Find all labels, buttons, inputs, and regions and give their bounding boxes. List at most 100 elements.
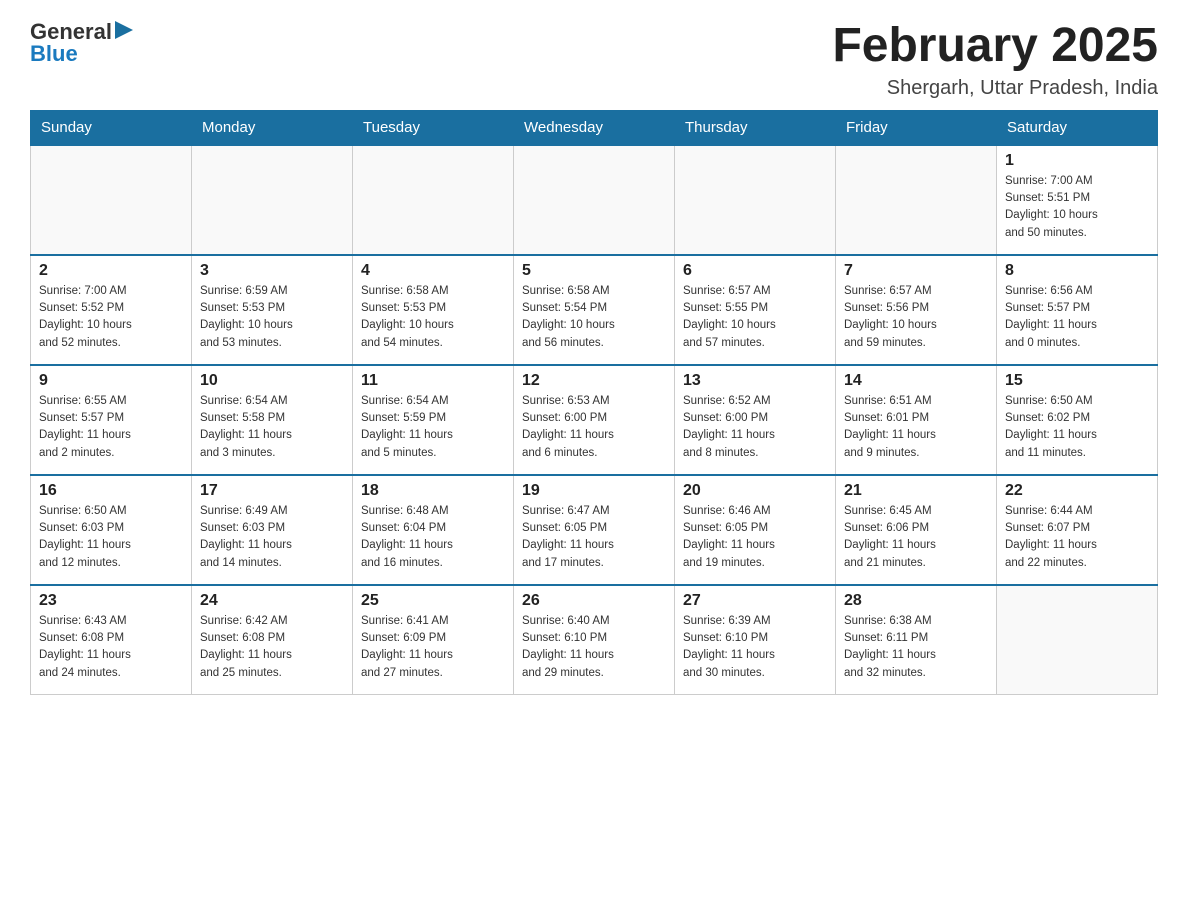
calendar-cell: 12Sunrise: 6:53 AMSunset: 6:00 PMDayligh… <box>514 365 675 475</box>
calendar-cell: 10 Sunrise: 6:54 AMSunset: 5:58 PMDayligh… <box>192 365 353 475</box>
day-number: 7 <box>844 262 988 280</box>
day-info: Sunrise: 7:00 AMSunset: 5:52 PMDaylight:… <box>39 283 183 352</box>
day-number: 2 <box>39 262 183 280</box>
calendar-cell: 23 Sunrise: 6:43 AMSunset: 6:08 PMDayligh… <box>31 585 192 695</box>
day-info: Sunrise: 7:00 AMSunset: 5:51 PMDaylight:… <box>1005 173 1149 242</box>
calendar-cell <box>353 145 514 255</box>
calendar-cell <box>836 145 997 255</box>
day-number: 21 <box>844 482 988 500</box>
day-number: 8 <box>1005 262 1149 280</box>
month-title: February 2025 <box>832 20 1158 73</box>
day-number: 11 <box>361 372 505 390</box>
day-info: Sunrise: 6:47 AMSunset: 6:05 PMDaylight:… <box>522 503 666 572</box>
calendar-cell: 26 Sunrise: 6:40 AMSunset: 6:10 PMDayligh… <box>514 585 675 695</box>
day-number: 17 <box>200 482 344 500</box>
day-info: Sunrise: 6:39 AMSunset: 6:10 PMDaylight:… <box>683 613 827 682</box>
day-number: 13 <box>683 372 827 390</box>
title-area: February 2025 Shergarh, Uttar Pradesh, I… <box>832 20 1158 100</box>
day-info: Sunrise: 6:53 AMSunset: 6:00 PMDaylight:… <box>522 393 666 462</box>
day-info: Sunrise: 6:57 AMSunset: 5:56 PMDaylight:… <box>844 283 988 352</box>
calendar-cell <box>192 145 353 255</box>
calendar-cell: 21 Sunrise: 6:45 AMSunset: 6:06 PMDayligh… <box>836 475 997 585</box>
calendar-week-row: 1 Sunrise: 7:00 AMSunset: 5:51 PMDaylight… <box>31 145 1158 255</box>
day-number: 9 <box>39 372 183 390</box>
day-number: 10 <box>200 372 344 390</box>
calendar-cell: 1 Sunrise: 7:00 AMSunset: 5:51 PMDaylight… <box>997 145 1158 255</box>
calendar-cell: 14 Sunrise: 6:51 AMSunset: 6:01 PMDayligh… <box>836 365 997 475</box>
calendar-header-row: Sunday Monday Tuesday Wednesday Thursday… <box>31 110 1158 145</box>
day-info: Sunrise: 6:55 AMSunset: 5:57 PMDaylight:… <box>39 393 183 462</box>
calendar-cell: 24 Sunrise: 6:42 AMSunset: 6:08 PMDayligh… <box>192 585 353 695</box>
calendar-cell: 5Sunrise: 6:58 AMSunset: 5:54 PMDaylight… <box>514 255 675 365</box>
day-info: Sunrise: 6:40 AMSunset: 6:10 PMDaylight:… <box>522 613 666 682</box>
calendar-cell: 20 Sunrise: 6:46 AMSunset: 6:05 PMDayligh… <box>675 475 836 585</box>
day-info: Sunrise: 6:46 AMSunset: 6:05 PMDaylight:… <box>683 503 827 572</box>
day-number: 3 <box>200 262 344 280</box>
day-number: 19 <box>522 482 666 500</box>
calendar-week-row: 16Sunrise: 6:50 AMSunset: 6:03 PMDayligh… <box>31 475 1158 585</box>
day-number: 25 <box>361 592 505 610</box>
col-tuesday: Tuesday <box>353 110 514 145</box>
day-number: 26 <box>522 592 666 610</box>
day-info: Sunrise: 6:48 AMSunset: 6:04 PMDaylight:… <box>361 503 505 572</box>
day-number: 23 <box>39 592 183 610</box>
calendar-cell: 7 Sunrise: 6:57 AMSunset: 5:56 PMDaylight… <box>836 255 997 365</box>
calendar-cell: 16Sunrise: 6:50 AMSunset: 6:03 PMDayligh… <box>31 475 192 585</box>
day-info: Sunrise: 6:57 AMSunset: 5:55 PMDaylight:… <box>683 283 827 352</box>
day-number: 22 <box>1005 482 1149 500</box>
calendar-cell: 9 Sunrise: 6:55 AMSunset: 5:57 PMDaylight… <box>31 365 192 475</box>
calendar-cell: 15Sunrise: 6:50 AMSunset: 6:02 PMDayligh… <box>997 365 1158 475</box>
col-sunday: Sunday <box>31 110 192 145</box>
day-info: Sunrise: 6:52 AMSunset: 6:00 PMDaylight:… <box>683 393 827 462</box>
calendar-cell: 28 Sunrise: 6:38 AMSunset: 6:11 PMDayligh… <box>836 585 997 695</box>
day-number: 28 <box>844 592 988 610</box>
day-info: Sunrise: 6:51 AMSunset: 6:01 PMDaylight:… <box>844 393 988 462</box>
day-number: 4 <box>361 262 505 280</box>
logo: General Blue <box>30 20 133 66</box>
day-info: Sunrise: 6:43 AMSunset: 6:08 PMDaylight:… <box>39 613 183 682</box>
calendar-cell <box>31 145 192 255</box>
calendar-cell: 4 Sunrise: 6:58 AMSunset: 5:53 PMDaylight… <box>353 255 514 365</box>
calendar-week-row: 2 Sunrise: 7:00 AMSunset: 5:52 PMDaylight… <box>31 255 1158 365</box>
day-info: Sunrise: 6:42 AMSunset: 6:08 PMDaylight:… <box>200 613 344 682</box>
day-info: Sunrise: 6:59 AMSunset: 5:53 PMDaylight:… <box>200 283 344 352</box>
calendar-cell: 25 Sunrise: 6:41 AMSunset: 6:09 PMDayligh… <box>353 585 514 695</box>
calendar-week-row: 23 Sunrise: 6:43 AMSunset: 6:08 PMDayligh… <box>31 585 1158 695</box>
calendar-cell: 22 Sunrise: 6:44 AMSunset: 6:07 PMDayligh… <box>997 475 1158 585</box>
calendar-table: Sunday Monday Tuesday Wednesday Thursday… <box>30 110 1158 696</box>
day-info: Sunrise: 6:58 AMSunset: 5:54 PMDaylight:… <box>522 283 666 352</box>
calendar-cell: 8Sunrise: 6:56 AMSunset: 5:57 PMDaylight… <box>997 255 1158 365</box>
day-number: 6 <box>683 262 827 280</box>
day-info: Sunrise: 6:58 AMSunset: 5:53 PMDaylight:… <box>361 283 505 352</box>
calendar-cell <box>997 585 1158 695</box>
calendar-cell: 18 Sunrise: 6:48 AMSunset: 6:04 PMDayligh… <box>353 475 514 585</box>
day-number: 18 <box>361 482 505 500</box>
col-wednesday: Wednesday <box>514 110 675 145</box>
day-number: 14 <box>844 372 988 390</box>
col-saturday: Saturday <box>997 110 1158 145</box>
day-number: 20 <box>683 482 827 500</box>
col-friday: Friday <box>836 110 997 145</box>
day-info: Sunrise: 6:54 AMSunset: 5:58 PMDaylight:… <box>200 393 344 462</box>
calendar-cell: 17 Sunrise: 6:49 AMSunset: 6:03 PMDayligh… <box>192 475 353 585</box>
day-number: 27 <box>683 592 827 610</box>
calendar-cell: 3 Sunrise: 6:59 AMSunset: 5:53 PMDaylight… <box>192 255 353 365</box>
day-info: Sunrise: 6:45 AMSunset: 6:06 PMDaylight:… <box>844 503 988 572</box>
logo-arrow-icon <box>115 21 133 39</box>
calendar-cell: 6 Sunrise: 6:57 AMSunset: 5:55 PMDaylight… <box>675 255 836 365</box>
calendar-cell <box>514 145 675 255</box>
col-monday: Monday <box>192 110 353 145</box>
logo-text-blue: Blue <box>30 42 78 66</box>
day-info: Sunrise: 6:38 AMSunset: 6:11 PMDaylight:… <box>844 613 988 682</box>
day-number: 15 <box>1005 372 1149 390</box>
day-info: Sunrise: 6:41 AMSunset: 6:09 PMDaylight:… <box>361 613 505 682</box>
calendar-week-row: 9 Sunrise: 6:55 AMSunset: 5:57 PMDaylight… <box>31 365 1158 475</box>
col-thursday: Thursday <box>675 110 836 145</box>
calendar-cell <box>675 145 836 255</box>
day-info: Sunrise: 6:49 AMSunset: 6:03 PMDaylight:… <box>200 503 344 572</box>
day-number: 1 <box>1005 152 1149 170</box>
day-number: 24 <box>200 592 344 610</box>
day-number: 16 <box>39 482 183 500</box>
page-header: General Blue February 2025 Shergarh, Utt… <box>30 20 1158 100</box>
day-info: Sunrise: 6:44 AMSunset: 6:07 PMDaylight:… <box>1005 503 1149 572</box>
